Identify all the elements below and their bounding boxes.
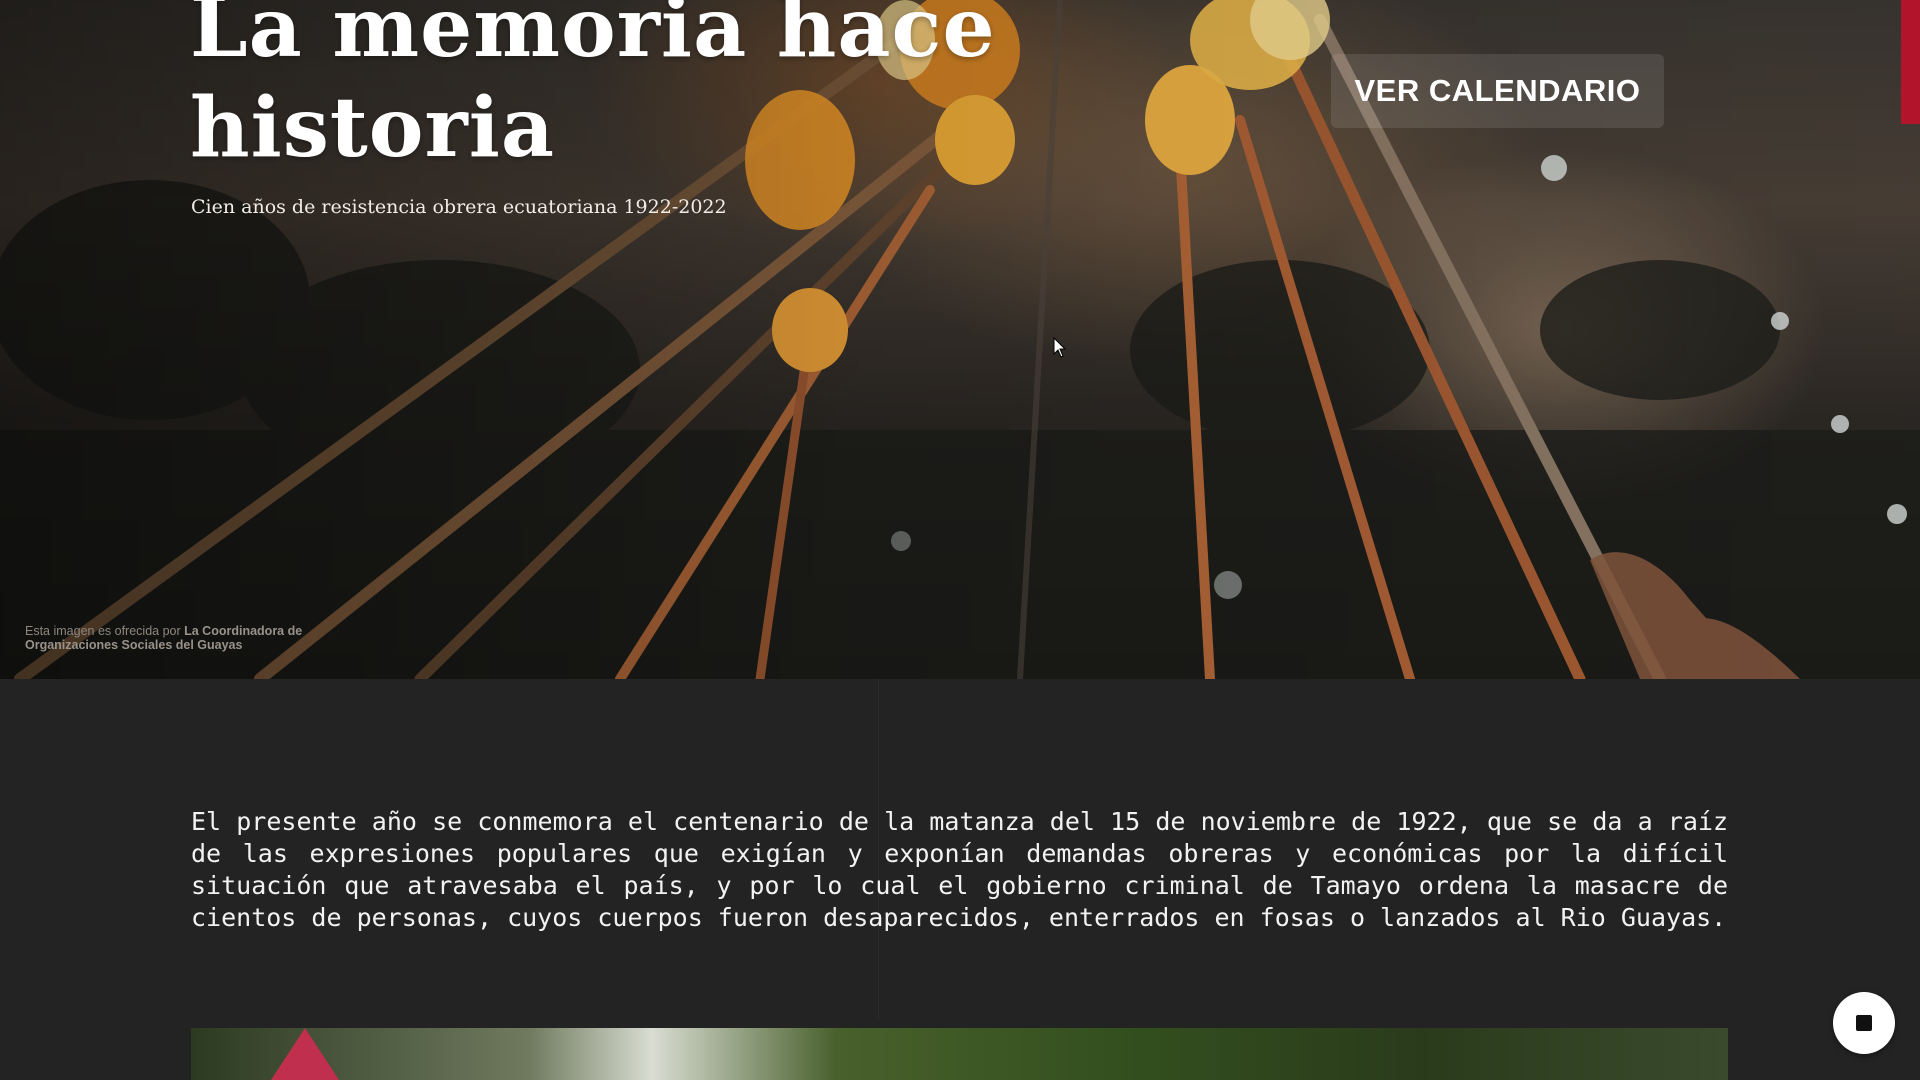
stop-icon: [1856, 1015, 1872, 1031]
hero-subtitle: Cien años de resistencia obrera ecuatori…: [191, 196, 727, 218]
article-image: [191, 1028, 1728, 1080]
image-credit-prefix: Esta imagen es ofrecida por: [25, 624, 185, 638]
ver-calendario-button[interactable]: VER CALENDARIO: [1331, 54, 1664, 128]
red-flag-shape: [271, 1028, 339, 1080]
intro-paragraph: El presente año se conmemora el centenar…: [191, 807, 1728, 932]
hero-section: La memoria hace historia Cien años de re…: [0, 0, 1920, 679]
mouse-cursor-icon: [1053, 337, 1067, 358]
stop-button[interactable]: [1833, 992, 1895, 1054]
hero-title: La memoria hace historia: [190, 0, 996, 176]
image-credit: Esta imagen es ofrecida por La Coordinad…: [25, 624, 365, 652]
accent-strip: [1901, 0, 1920, 124]
